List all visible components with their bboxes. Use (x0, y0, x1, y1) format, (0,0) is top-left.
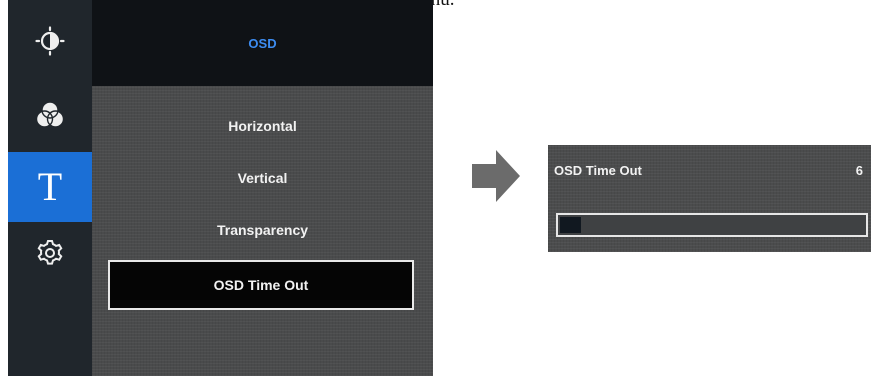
menu-item-label: Horizontal (228, 118, 297, 134)
text-display-icon: T (37, 164, 63, 209)
osd-header: OSD (92, 0, 433, 86)
osd-time-out-slider[interactable] (556, 213, 868, 237)
osd-menu-photo: T OSD Horizontal Vertical Transparency O… (8, 0, 433, 376)
menu-item-horizontal[interactable]: Horizontal (92, 106, 433, 146)
menu-item-vertical[interactable]: Vertical (92, 158, 433, 198)
setting-value: 6 (855, 163, 863, 178)
menu-item-transparency[interactable]: Transparency (92, 210, 433, 250)
menu-item-label: Transparency (216, 222, 309, 238)
settings-gear-icon (35, 238, 65, 268)
brightness-contrast-icon (35, 26, 65, 56)
slider-fill (560, 217, 581, 233)
osd-time-out-panel: OSD Time Out 6 (548, 145, 871, 252)
menu-item-label: OSD Time Out (213, 277, 309, 293)
color-icon (35, 100, 65, 130)
page-title: OSD (248, 35, 277, 51)
osd-sidebar: T (8, 0, 92, 376)
sidebar-item-settings[interactable] (8, 218, 92, 288)
menu-item-osd-time-out[interactable]: OSD Time Out (108, 260, 414, 310)
sidebar-item-color[interactable] (8, 80, 92, 150)
osd-menu-list: Horizontal Vertical Transparency OSD Tim… (92, 86, 433, 376)
sidebar-item-display[interactable]: T (8, 152, 92, 222)
setting-label: OSD Time Out (554, 163, 642, 178)
menu-item-label: Vertical (237, 170, 288, 186)
right-arrow-icon (470, 148, 522, 204)
sidebar-item-brightness[interactable] (8, 6, 92, 76)
